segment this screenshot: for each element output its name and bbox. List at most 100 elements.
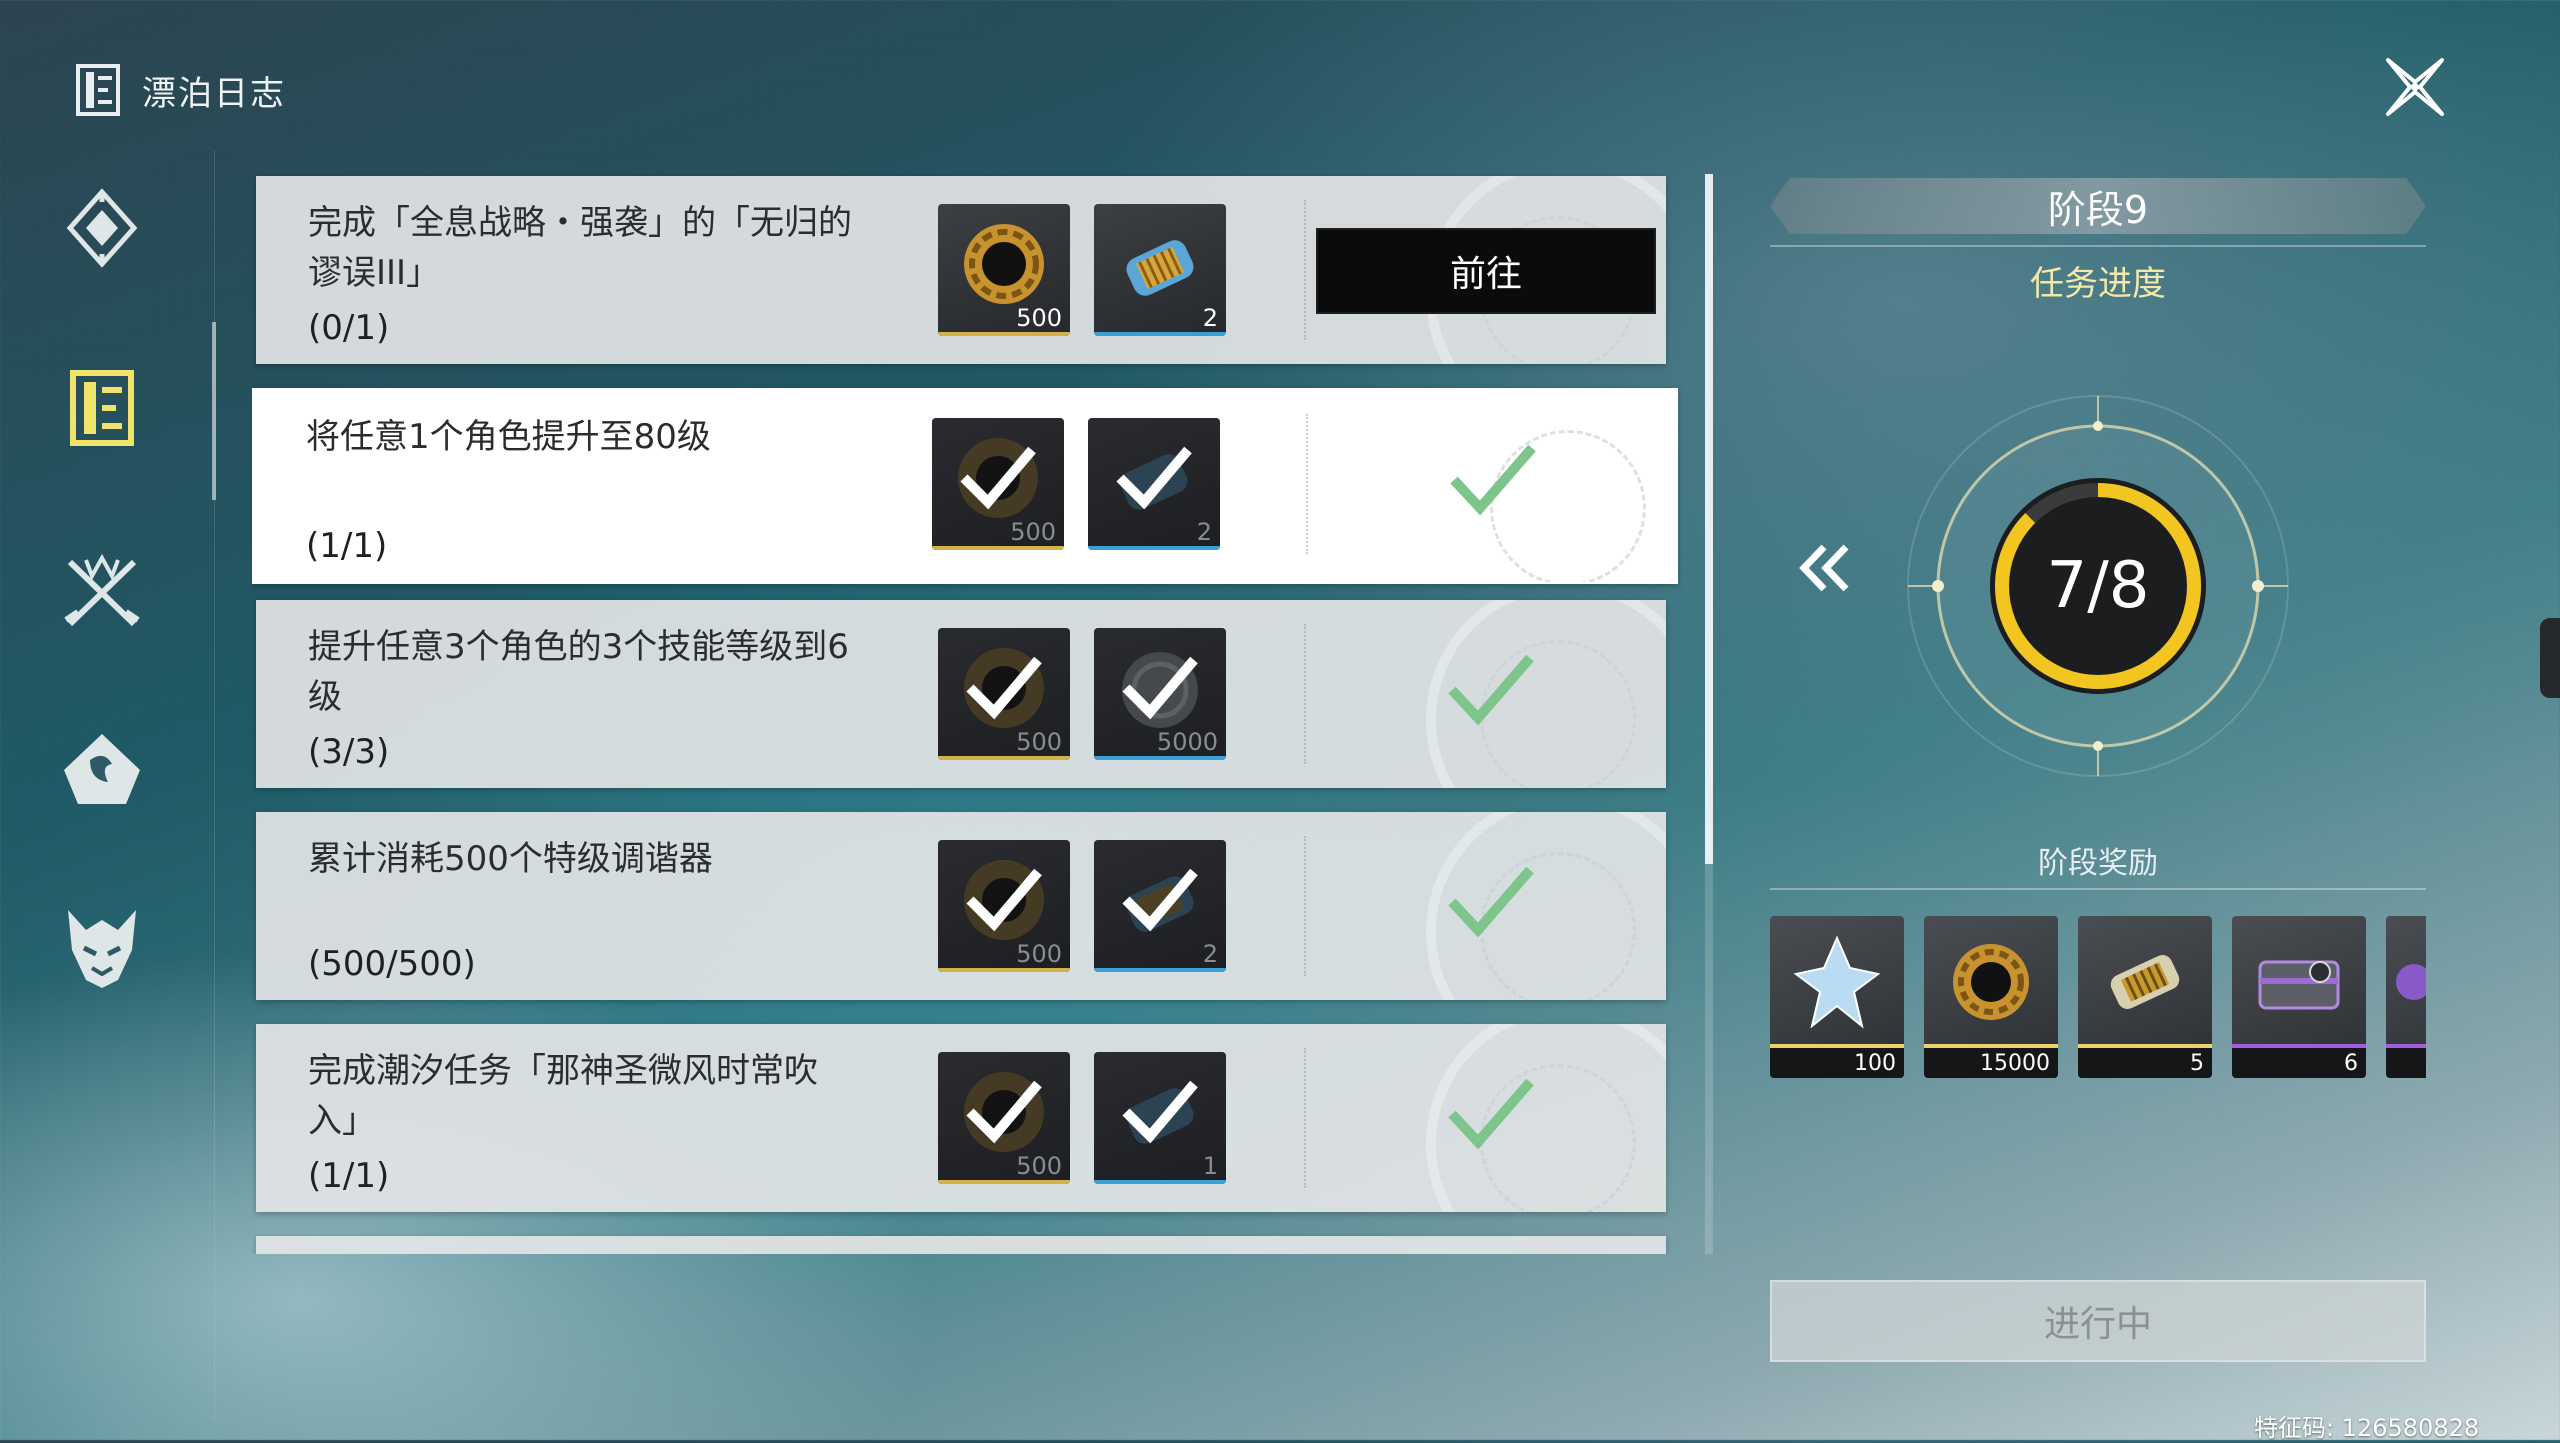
rarity-bar xyxy=(938,968,1070,972)
task-description: 累计消耗500个特级调谐器 xyxy=(308,839,713,879)
double-chevron-left-icon[interactable] xyxy=(1790,533,1860,603)
reward-count: 500 xyxy=(1016,304,1062,332)
sidebar-item-combat[interactable] xyxy=(58,546,146,634)
divider xyxy=(1770,245,2426,247)
reward-item[interactable]: 2 xyxy=(1094,204,1226,336)
rarity-bar xyxy=(938,1180,1070,1184)
reward-count: 100 xyxy=(1854,1051,1896,1076)
side-panel-handle[interactable] xyxy=(2540,618,2560,698)
reward-item[interactable]: 5000 xyxy=(1094,628,1226,760)
divider xyxy=(1770,888,2426,890)
monster-head-icon xyxy=(68,910,136,988)
rarity-bar xyxy=(1088,546,1220,550)
reward-count: 2 xyxy=(1202,304,1218,332)
task-description: 完成「全息战略・强袭」的「无归的谬误III」 xyxy=(308,203,852,293)
task-description: 完成潮汐任务「那神圣微风时常吹入」 xyxy=(308,1051,818,1141)
close-icon[interactable] xyxy=(2380,52,2450,122)
task-card: 完成潮汐任务「那神圣微风时常吹入」 (1/1) 500 1 xyxy=(256,1024,1666,1212)
reward-count: 500 xyxy=(1016,1152,1062,1180)
reward-count: 15000 xyxy=(1980,1051,2050,1076)
header: 漂泊日志 xyxy=(76,64,286,116)
divider xyxy=(1304,200,1306,340)
divider xyxy=(1306,414,1308,554)
shell-credit-icon xyxy=(1953,944,2029,1020)
sidebar-active-indicator xyxy=(212,322,216,500)
task-description: 提升任意3个角色的3个技能等级到6级 xyxy=(308,627,849,717)
stage-reward-item[interactable] xyxy=(2386,916,2426,1078)
stage-reward-item[interactable]: 100 xyxy=(1770,916,1904,1078)
crossed-swords-icon xyxy=(64,553,140,627)
supply-chest-icon xyxy=(2258,960,2340,1010)
task-description: 将任意1个角色提升至80级 xyxy=(306,417,711,457)
rarity-bar xyxy=(932,546,1064,550)
journal-icon xyxy=(70,370,134,446)
completed-check-icon xyxy=(1448,654,1534,726)
sidebar-item-diamond[interactable] xyxy=(58,184,146,272)
stage-rewards-label: 阶段奖励 xyxy=(2038,846,2158,881)
reward-item[interactable]: 500 xyxy=(932,418,1064,550)
reward-item[interactable]: 500 xyxy=(938,204,1070,336)
reward-count: 6 xyxy=(2344,1051,2358,1076)
task-card: 累计消耗500个特级调谐器 (500/500) 500 2 xyxy=(256,812,1666,1000)
stage-reward-item[interactable]: 5 xyxy=(2078,916,2212,1078)
energy-core-icon xyxy=(2110,955,2180,1009)
goto-button[interactable]: 前往 xyxy=(1316,228,1656,314)
scrollbar-thumb[interactable] xyxy=(1705,174,1713,864)
rarity-bar xyxy=(1094,756,1226,760)
completed-check-icon xyxy=(1448,1078,1534,1150)
task-progress: (1/1) xyxy=(306,526,388,566)
sidebar-item-echo[interactable] xyxy=(58,726,146,814)
task-progress: (500/500) xyxy=(308,944,476,984)
completed-check-icon xyxy=(1448,866,1534,938)
sidebar-item-monster[interactable] xyxy=(58,904,146,992)
stage-rewards-list[interactable]: 100 15000 5 6 xyxy=(1770,916,2426,1082)
page-title: 漂泊日志 xyxy=(142,73,286,114)
reward-count: 500 xyxy=(1016,728,1062,756)
reward-count: 5 xyxy=(2190,1051,2204,1076)
task-progress: (3/3) xyxy=(308,732,390,772)
reward-item[interactable]: 1 xyxy=(1094,1052,1226,1184)
reward-count: 500 xyxy=(1016,940,1062,968)
stage-progress-value: 7/8 xyxy=(2046,549,2150,623)
task-progress-label: 任务进度 xyxy=(2030,264,2166,304)
reward-count: 500 xyxy=(1010,518,1056,546)
checkmark-icon xyxy=(1122,868,1198,932)
stage-status-button[interactable]: 进行中 xyxy=(1770,1280,2426,1362)
sidebar-item-journal[interactable] xyxy=(58,364,146,452)
checkmark-icon xyxy=(960,446,1036,510)
task-card: 将任意1个角色提升至80级 (1/1) 500 2 xyxy=(252,388,1678,584)
completed-check-icon xyxy=(1450,444,1536,516)
stage-reward-item[interactable]: 6 xyxy=(2232,916,2366,1078)
rarity-bar xyxy=(1094,332,1226,336)
task-card xyxy=(256,1236,1666,1254)
journal-icon xyxy=(76,64,120,116)
divider xyxy=(1304,1048,1306,1188)
rarity-bar xyxy=(938,756,1070,760)
task-card: 完成「全息战略・强袭」的「无归的谬误III」 (0/1) 500 2 前往 xyxy=(256,176,1666,364)
reward-item[interactable]: 500 xyxy=(938,1052,1070,1184)
task-progress: (1/1) xyxy=(308,1156,390,1196)
progress-ring: 7/8 xyxy=(1898,386,2298,786)
reward-item[interactable]: 500 xyxy=(938,840,1070,972)
reward-count: 2 xyxy=(1196,518,1212,546)
purple-item-icon xyxy=(2396,964,2426,1000)
checkmark-icon xyxy=(1122,656,1198,720)
reward-count: 5000 xyxy=(1156,728,1218,756)
player-id: 特征码: 126580828 xyxy=(2254,1414,2480,1442)
rarity-bar xyxy=(1094,968,1226,972)
rarity-bar xyxy=(1094,1180,1226,1184)
stage-title: 阶段9 xyxy=(1770,178,2426,234)
task-list[interactable]: 完成「全息战略・强袭」的「无归的谬误III」 (0/1) 500 2 前往 将任… xyxy=(252,174,1682,1254)
reward-count: 1 xyxy=(1202,1152,1218,1180)
stage-reward-item[interactable]: 15000 xyxy=(1924,916,2058,1078)
reward-item[interactable]: 2 xyxy=(1088,418,1220,550)
diamond-emblem-icon xyxy=(66,188,138,268)
rarity-bar xyxy=(938,332,1070,336)
reward-item[interactable]: 500 xyxy=(938,628,1070,760)
count-strip xyxy=(2386,1048,2426,1078)
reward-item[interactable]: 2 xyxy=(1094,840,1226,972)
divider xyxy=(1304,836,1306,976)
task-card: 提升任意3个角色的3个技能等级到6级 (3/3) 500 5000 xyxy=(256,600,1666,788)
astrite-crystal-icon xyxy=(1793,935,1881,1029)
checkmark-icon xyxy=(966,868,1042,932)
